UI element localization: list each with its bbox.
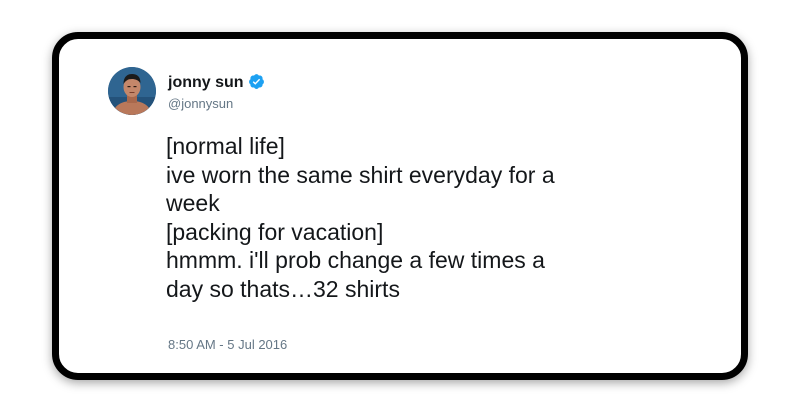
tweet-line: week [166, 190, 220, 216]
tweet-text: [normal life] ive worn the same shirt ev… [166, 132, 666, 303]
tweet-card: jonny sun @jonnysun [normal life] ive wo… [52, 32, 748, 380]
tweet-line: ive worn the same shirt everyday for a [166, 161, 555, 188]
tweet-line: hmmm. i'll prob change a few times a [166, 247, 545, 273]
author-name[interactable]: jonny sun [168, 74, 244, 91]
author-name-row[interactable]: jonny sun [168, 73, 265, 92]
tweet-timestamp[interactable]: 8:50 AM - 5 Jul 2016 [168, 337, 287, 353]
avatar-photo-icon [108, 67, 156, 115]
tweet-line: [packing for vacation] [166, 218, 384, 245]
verified-badge-icon [248, 74, 264, 89]
tweet-line: [normal life] [166, 133, 285, 159]
avatar[interactable] [108, 67, 156, 115]
tweet-line: day so thats…32 shirts [166, 275, 400, 302]
author-handle[interactable]: @jonnysun [168, 96, 233, 112]
